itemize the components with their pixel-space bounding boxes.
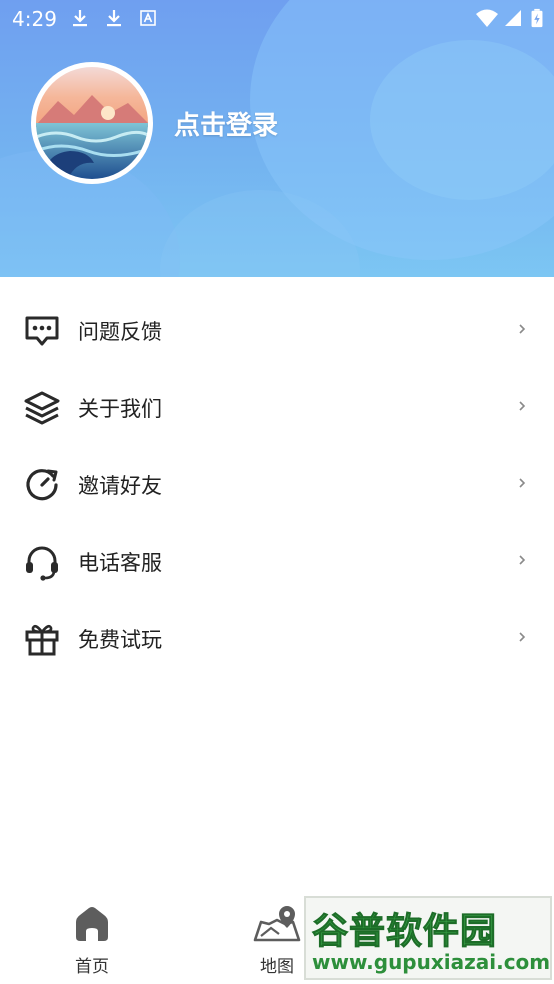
menu-item-phone-service[interactable]: 电话客服 — [0, 523, 554, 600]
tab-label: 首页 — [75, 957, 109, 977]
header-decoration — [370, 40, 554, 200]
login-link[interactable]: 点击登录 — [174, 105, 278, 142]
menu-item-label: 免费试玩 — [78, 628, 162, 652]
chevron-right-icon — [519, 401, 526, 411]
download-icon — [107, 10, 121, 27]
profile-header: 4:29 点击登录 — [0, 0, 554, 277]
watermark-title: 谷普软件园 — [311, 911, 498, 953]
status-time: 4:29 — [12, 7, 57, 31]
status-bar: 4:29 — [0, 0, 554, 36]
menu-item-label: 电话客服 — [78, 551, 162, 575]
menu-item-label: 问题反馈 — [78, 320, 162, 344]
avatar[interactable] — [31, 62, 153, 184]
home-icon — [76, 907, 108, 941]
watermark-url: www.gupuxiazai.com — [312, 950, 551, 974]
avatar-image — [36, 67, 148, 179]
refresh-arrow-icon — [26, 469, 58, 501]
menu-item-free-trial[interactable]: 免费试玩 — [0, 600, 554, 677]
gift-icon — [25, 624, 59, 656]
text-icon — [140, 10, 156, 26]
menu-item-label: 关于我们 — [78, 397, 162, 421]
menu-item-about[interactable]: 关于我们 — [0, 369, 554, 446]
menu-item-label: 邀请好友 — [78, 474, 162, 498]
map-pin-icon — [253, 906, 301, 942]
download-icon — [73, 10, 87, 27]
headset-icon — [26, 546, 58, 581]
chevron-right-icon — [519, 555, 526, 565]
signal-icon — [505, 10, 521, 26]
menu-item-feedback[interactable]: 问题反馈 — [0, 292, 554, 369]
battery-charging-icon — [531, 8, 543, 28]
menu-item-invite[interactable]: 邀请好友 — [0, 446, 554, 523]
tab-home[interactable]: 首页 — [47, 896, 137, 984]
wifi-icon — [476, 9, 498, 27]
chat-bubble-icon — [25, 316, 59, 346]
chevron-right-icon — [519, 632, 526, 642]
chevron-right-icon — [519, 478, 526, 488]
layers-icon — [24, 391, 60, 425]
watermark: 谷普软件园 www.gupuxiazai.com — [304, 896, 552, 980]
settings-menu: 问题反馈 关于我们 邀请好友 电话客服 免费试玩 — [0, 292, 554, 677]
chevron-right-icon — [519, 324, 526, 334]
